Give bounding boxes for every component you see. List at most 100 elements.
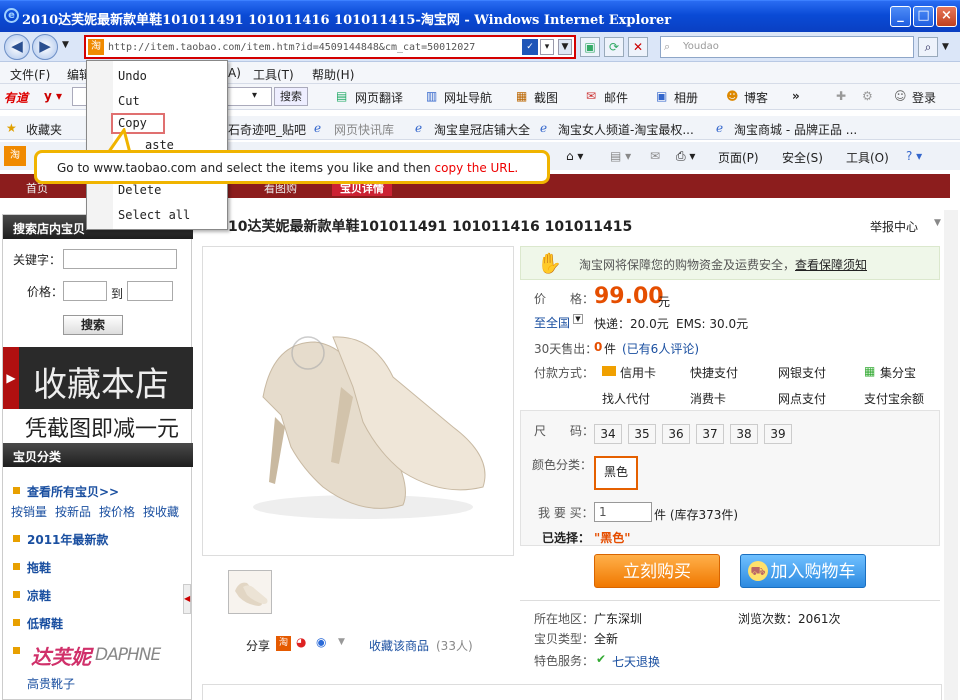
size-option[interactable]: 35 bbox=[628, 424, 656, 444]
sort-sales-link[interactable]: 按销量 bbox=[11, 503, 47, 520]
refresh-icon[interactable]: ⟳ bbox=[604, 37, 624, 57]
user-icon: ☺ bbox=[894, 89, 907, 103]
sort-price-link[interactable]: 按价格 bbox=[99, 503, 135, 520]
collapse-handle[interactable]: ◀ bbox=[183, 584, 191, 614]
youdao-y-icon[interactable]: y ▾ bbox=[44, 89, 62, 103]
cat-lowcut-link[interactable]: 低帮鞋 bbox=[27, 615, 63, 632]
menu-cut[interactable]: Cut bbox=[118, 94, 140, 108]
cat-sandals-link[interactable]: 凉鞋 bbox=[27, 587, 51, 604]
size-option[interactable]: 34 bbox=[594, 424, 622, 444]
menu-delete[interactable]: Delete bbox=[118, 183, 161, 197]
pay-quick: 快捷支付 bbox=[690, 366, 739, 380]
menu-help[interactable]: 帮助(H) bbox=[312, 66, 354, 83]
report-link[interactable]: 举报中心 bbox=[870, 218, 918, 235]
service-link[interactable]: 七天退换 bbox=[612, 653, 660, 670]
product-image-frame[interactable] bbox=[202, 246, 514, 556]
favorite-store-banner[interactable]: ▶ 收藏本店 bbox=[3, 347, 193, 409]
cat-slippers-link[interactable]: 拖鞋 bbox=[27, 559, 51, 576]
compat-view-icon[interactable]: ✓ bbox=[522, 39, 538, 55]
bullet-icon bbox=[13, 563, 20, 570]
tab-favicon[interactable]: 淘 bbox=[4, 146, 26, 166]
taobao-share-icon[interactable]: 淘 bbox=[276, 636, 291, 651]
address-go-dropdown-icon[interactable]: ▼ bbox=[558, 39, 572, 55]
plus-icon[interactable]: ✚ bbox=[836, 89, 846, 103]
login-button[interactable]: 登录 bbox=[912, 89, 936, 106]
fav-ie-icon-2: ℯ bbox=[314, 121, 322, 135]
report-dropdown-icon[interactable]: ▼ bbox=[934, 218, 941, 228]
feeds-icon[interactable]: ▤ ▾ bbox=[610, 149, 631, 163]
collect-item-link[interactable]: 收藏该商品 bbox=[369, 637, 429, 654]
search-options-icon[interactable]: ▼ bbox=[942, 42, 949, 52]
stop-icon[interactable]: ✕ bbox=[628, 37, 648, 57]
address-dropdown-icon[interactable]: ▾ bbox=[540, 39, 554, 55]
store-search-button[interactable]: 搜索 bbox=[63, 315, 123, 335]
weibo-icon[interactable]: ◕ bbox=[296, 635, 306, 649]
menu-tools[interactable]: 工具(T) bbox=[253, 66, 294, 83]
ship-to-dropdown-icon[interactable]: ▼ bbox=[573, 314, 583, 324]
nav-button[interactable]: 网址导航 bbox=[444, 89, 492, 106]
size-option[interactable]: 38 bbox=[730, 424, 758, 444]
compat-icon[interactable]: ▣ bbox=[580, 37, 600, 57]
album-button[interactable]: 相册 bbox=[674, 89, 698, 106]
size-option[interactable]: 37 bbox=[696, 424, 724, 444]
back-button[interactable]: ◀ bbox=[4, 34, 30, 60]
pay-balance: 支付宝余额 bbox=[864, 392, 925, 406]
sort-fav-link[interactable]: 按收藏 bbox=[143, 503, 179, 520]
safety-menu[interactable]: 安全(S) bbox=[782, 149, 823, 166]
fav-link-3[interactable]: 淘宝皇冠店铺大全 bbox=[434, 121, 530, 138]
home-icon[interactable]: ⌂ ▾ bbox=[566, 149, 583, 163]
menu-undo[interactable]: Undo bbox=[118, 69, 147, 83]
ie-icon: e bbox=[4, 8, 19, 23]
screenshot-button[interactable]: 截图 bbox=[534, 89, 558, 106]
close-button[interactable]: × bbox=[936, 6, 957, 27]
minimize-button[interactable]: _ bbox=[890, 6, 911, 27]
page-scrollbar[interactable] bbox=[944, 210, 958, 700]
size-option[interactable]: 39 bbox=[764, 424, 792, 444]
album-icon: ▣ bbox=[656, 89, 668, 103]
search-input[interactable]: Youdao bbox=[660, 36, 914, 58]
all-items-link[interactable]: 查看所有宝贝>> bbox=[27, 483, 119, 500]
reviews-link[interactable]: (已有6人评论) bbox=[622, 340, 699, 357]
menu-favorites-fragment[interactable]: A) bbox=[228, 66, 241, 80]
keyword-input[interactable] bbox=[63, 249, 177, 269]
price-max-input[interactable] bbox=[127, 281, 173, 301]
color-option-black[interactable]: 黑色 bbox=[594, 456, 638, 490]
size-option[interactable]: 36 bbox=[662, 424, 690, 444]
forward-button[interactable]: ▶ bbox=[32, 34, 58, 60]
page-menu[interactable]: 页面(P) bbox=[718, 149, 759, 166]
price-min-input[interactable] bbox=[63, 281, 107, 301]
sort-new-link[interactable]: 按新品 bbox=[55, 503, 91, 520]
history-dropdown-icon[interactable]: ▼ bbox=[62, 40, 69, 50]
share-more-icon[interactable]: ▼ bbox=[338, 637, 345, 647]
address-input[interactable]: 淘 http://item.taobao.com/item.htm?id=450… bbox=[84, 35, 576, 59]
thumbnail-1[interactable] bbox=[228, 570, 272, 614]
print-icon[interactable]: ⎙ ▾ bbox=[676, 149, 695, 164]
qty-input[interactable]: 1 bbox=[594, 502, 652, 522]
youdao-search-dropdown-icon[interactable]: ▾ bbox=[252, 90, 257, 101]
blog-button[interactable]: 博客 bbox=[744, 89, 768, 106]
settings-icon[interactable]: ⚙ bbox=[862, 89, 873, 103]
type-value: 全新 bbox=[594, 632, 619, 646]
cat-boots-link[interactable]: 高贵靴子 bbox=[27, 675, 75, 692]
share-person-icon[interactable]: ◉ bbox=[316, 635, 326, 649]
fav-link-2[interactable]: 网页快讯库 bbox=[334, 121, 394, 138]
youdao-search-button[interactable]: 搜索 bbox=[274, 87, 308, 106]
translate-button[interactable]: 网页翻译 bbox=[355, 89, 403, 106]
more-button[interactable]: » bbox=[792, 89, 800, 103]
fav-link-5[interactable]: 淘宝商城 - 品牌正品 ... bbox=[734, 121, 857, 138]
maximize-button[interactable]: □ bbox=[913, 6, 934, 27]
fav-link-4[interactable]: 淘宝女人频道-淘宝最权... bbox=[558, 121, 694, 138]
cat-2011-link[interactable]: 2011年最新款 bbox=[27, 531, 108, 548]
ship-to-select[interactable]: 至全国 bbox=[534, 314, 570, 331]
mail-button[interactable]: 邮件 bbox=[604, 89, 628, 106]
tools-menu[interactable]: 工具(O) bbox=[846, 149, 889, 166]
help-icon[interactable]: ? ▾ bbox=[906, 149, 922, 163]
menu-select-all[interactable]: Select all bbox=[118, 208, 190, 222]
favorites-button[interactable]: 收藏夹 bbox=[26, 121, 62, 138]
read-mail-icon[interactable]: ✉ bbox=[650, 149, 660, 163]
fav-link-1[interactable]: 石奇迹吧_贴吧 bbox=[228, 121, 306, 138]
menu-file[interactable]: 文件(F) bbox=[10, 66, 50, 83]
guarantee-link[interactable]: 查看保障须知 bbox=[795, 256, 867, 273]
buy-now-button[interactable]: 立刻购买 bbox=[594, 554, 720, 588]
search-button[interactable]: ⌕ bbox=[918, 37, 938, 57]
